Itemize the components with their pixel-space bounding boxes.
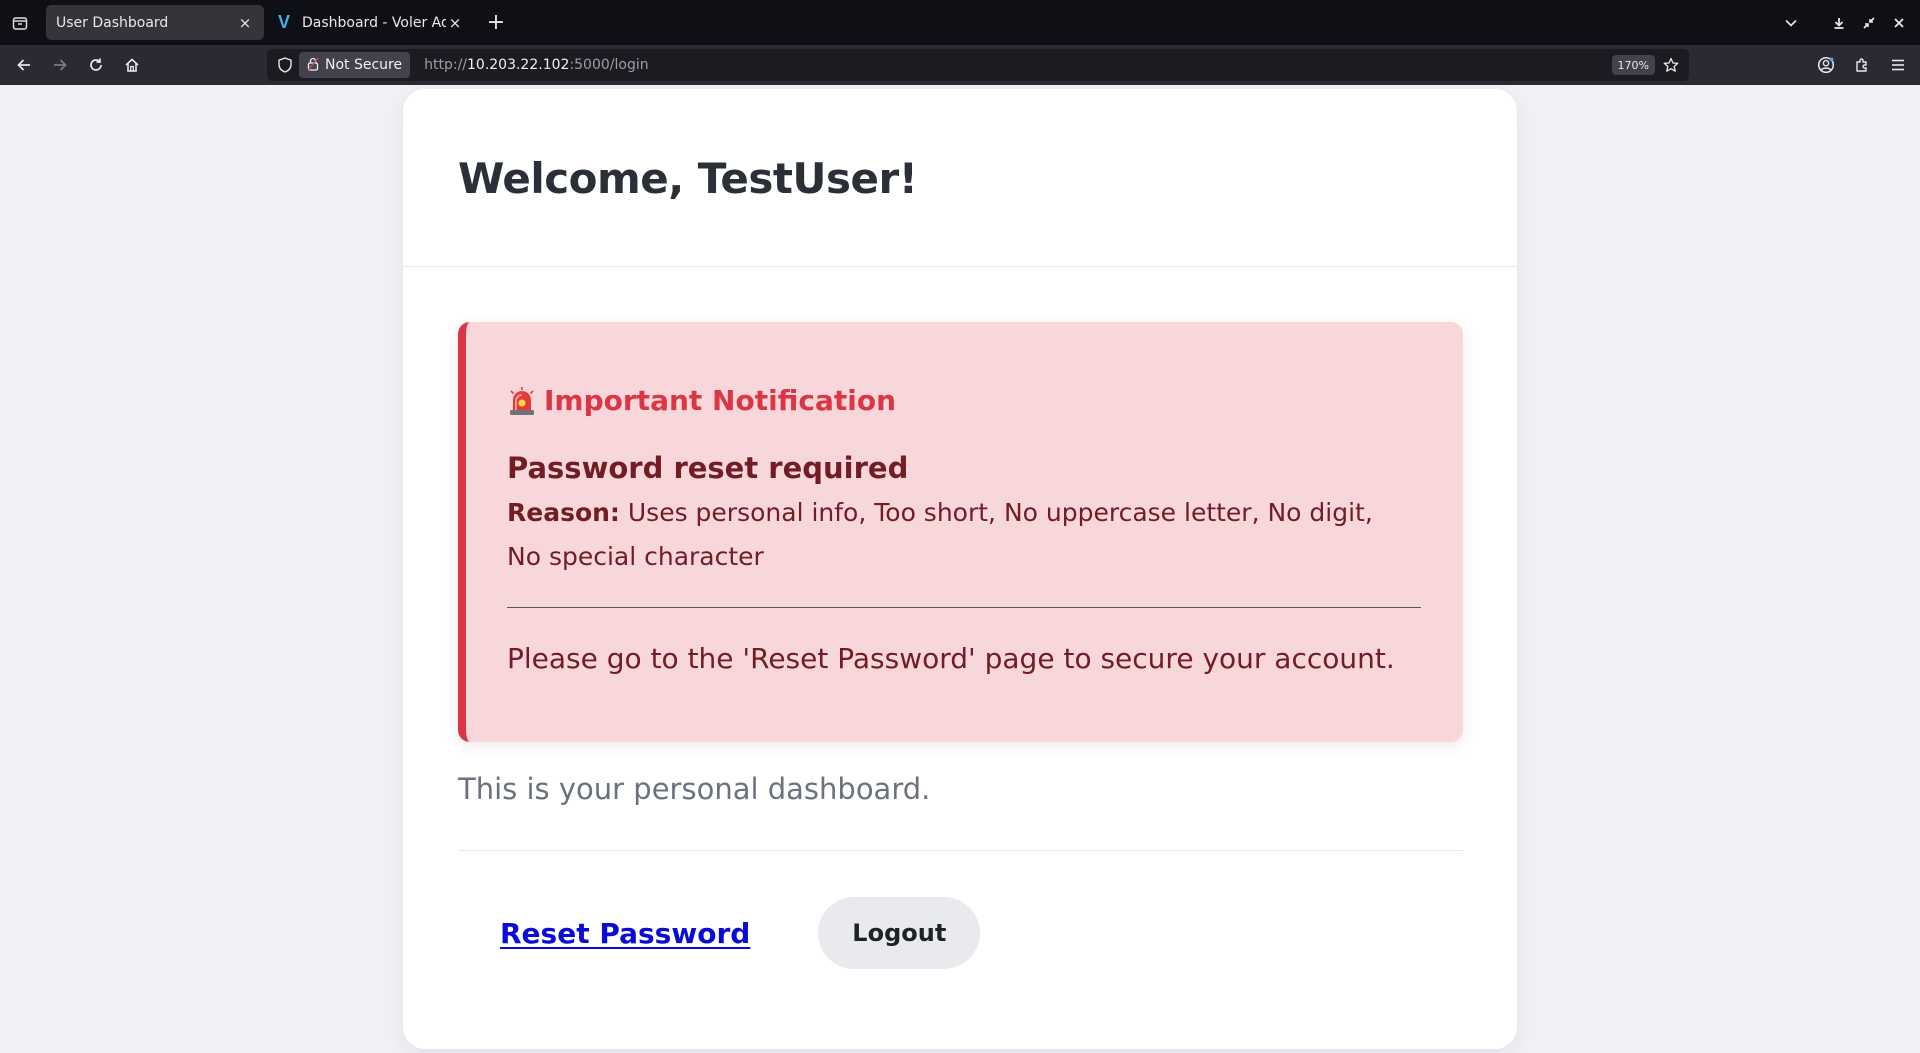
lock-icon xyxy=(307,57,319,74)
extensions-icon[interactable] xyxy=(1844,50,1880,80)
tab-title: User Dashboard xyxy=(56,14,169,31)
star-icon[interactable] xyxy=(1659,49,1683,81)
reload-icon[interactable] xyxy=(78,49,114,81)
alert-heading: Password reset required xyxy=(507,451,909,485)
restore-icon[interactable] xyxy=(1854,8,1884,38)
url-host: 10.203.22.102 xyxy=(467,57,570,73)
forward-icon[interactable] xyxy=(42,49,78,81)
dashboard-description: This is your personal dashboard. xyxy=(458,772,931,806)
reason-label: Reason: xyxy=(507,498,620,527)
siren-icon xyxy=(507,386,537,416)
not-secure-label: Not Secure xyxy=(325,57,403,73)
section-divider xyxy=(458,850,1463,851)
reset-password-link[interactable]: Reset Password xyxy=(500,917,750,950)
zoom-level-badge[interactable]: 170% xyxy=(1611,55,1655,75)
close-icon[interactable]: × xyxy=(446,14,464,32)
window-controls xyxy=(1776,0,1920,45)
url-bar[interactable]: Not Secure http://10.203.22.102:5000/log… xyxy=(267,49,1689,81)
menu-icon[interactable] xyxy=(1880,50,1916,80)
shield-icon[interactable] xyxy=(271,57,299,73)
back-icon[interactable] xyxy=(6,49,42,81)
home-icon[interactable] xyxy=(114,49,150,81)
download-icon[interactable] xyxy=(1824,8,1854,38)
voler-favicon-icon: V xyxy=(278,12,291,32)
chevron-down-icon[interactable] xyxy=(1776,8,1806,38)
tab-list-icon[interactable] xyxy=(0,0,40,45)
close-window-icon[interactable] xyxy=(1884,8,1914,38)
plus-icon[interactable]: + xyxy=(478,5,514,41)
toolbar-right xyxy=(1808,45,1920,85)
url-scheme: http:// xyxy=(424,57,467,73)
close-icon[interactable]: × xyxy=(236,14,254,32)
card-body: Important Notification Password reset re… xyxy=(403,267,1517,969)
tab-user-dashboard[interactable]: User Dashboard × xyxy=(46,5,264,40)
tab-title: Dashboard - Voler Admin D xyxy=(302,14,446,31)
alert-divider xyxy=(507,607,1421,608)
logout-button[interactable]: Logout xyxy=(818,897,981,969)
alert-footer-text: Please go to the 'Reset Password' page t… xyxy=(507,642,1395,675)
alert-title-text: Important Notification xyxy=(544,384,897,417)
alert-reason: Reason: Uses personal info, Too short, N… xyxy=(507,491,1387,579)
alert-title: Important Notification xyxy=(507,384,1423,417)
card-header: Welcome, TestUser! xyxy=(403,89,1517,267)
page-viewport: Welcome, TestUser! Important Notificatio… xyxy=(0,85,1920,1053)
tab-bar: User Dashboard × V Dashboard - Voler Adm… xyxy=(0,0,1920,45)
navigation-bar: Not Secure http://10.203.22.102:5000/log… xyxy=(0,45,1920,85)
action-row: Reset Password Logout xyxy=(458,897,1462,969)
url-text[interactable]: http://10.203.22.102:5000/login xyxy=(424,57,649,73)
account-icon[interactable] xyxy=(1808,50,1844,80)
notification-alert: Important Notification Password reset re… xyxy=(458,322,1463,742)
dashboard-card: Welcome, TestUser! Important Notificatio… xyxy=(403,89,1517,1049)
security-indicator[interactable]: Not Secure xyxy=(299,52,411,78)
reason-text: Uses personal info, Too short, No upperc… xyxy=(507,498,1373,571)
tab-voler-admin[interactable]: V Dashboard - Voler Admin D × xyxy=(268,5,474,40)
url-rest: :5000/login xyxy=(569,57,649,73)
page-title: Welcome, TestUser! xyxy=(458,154,918,203)
